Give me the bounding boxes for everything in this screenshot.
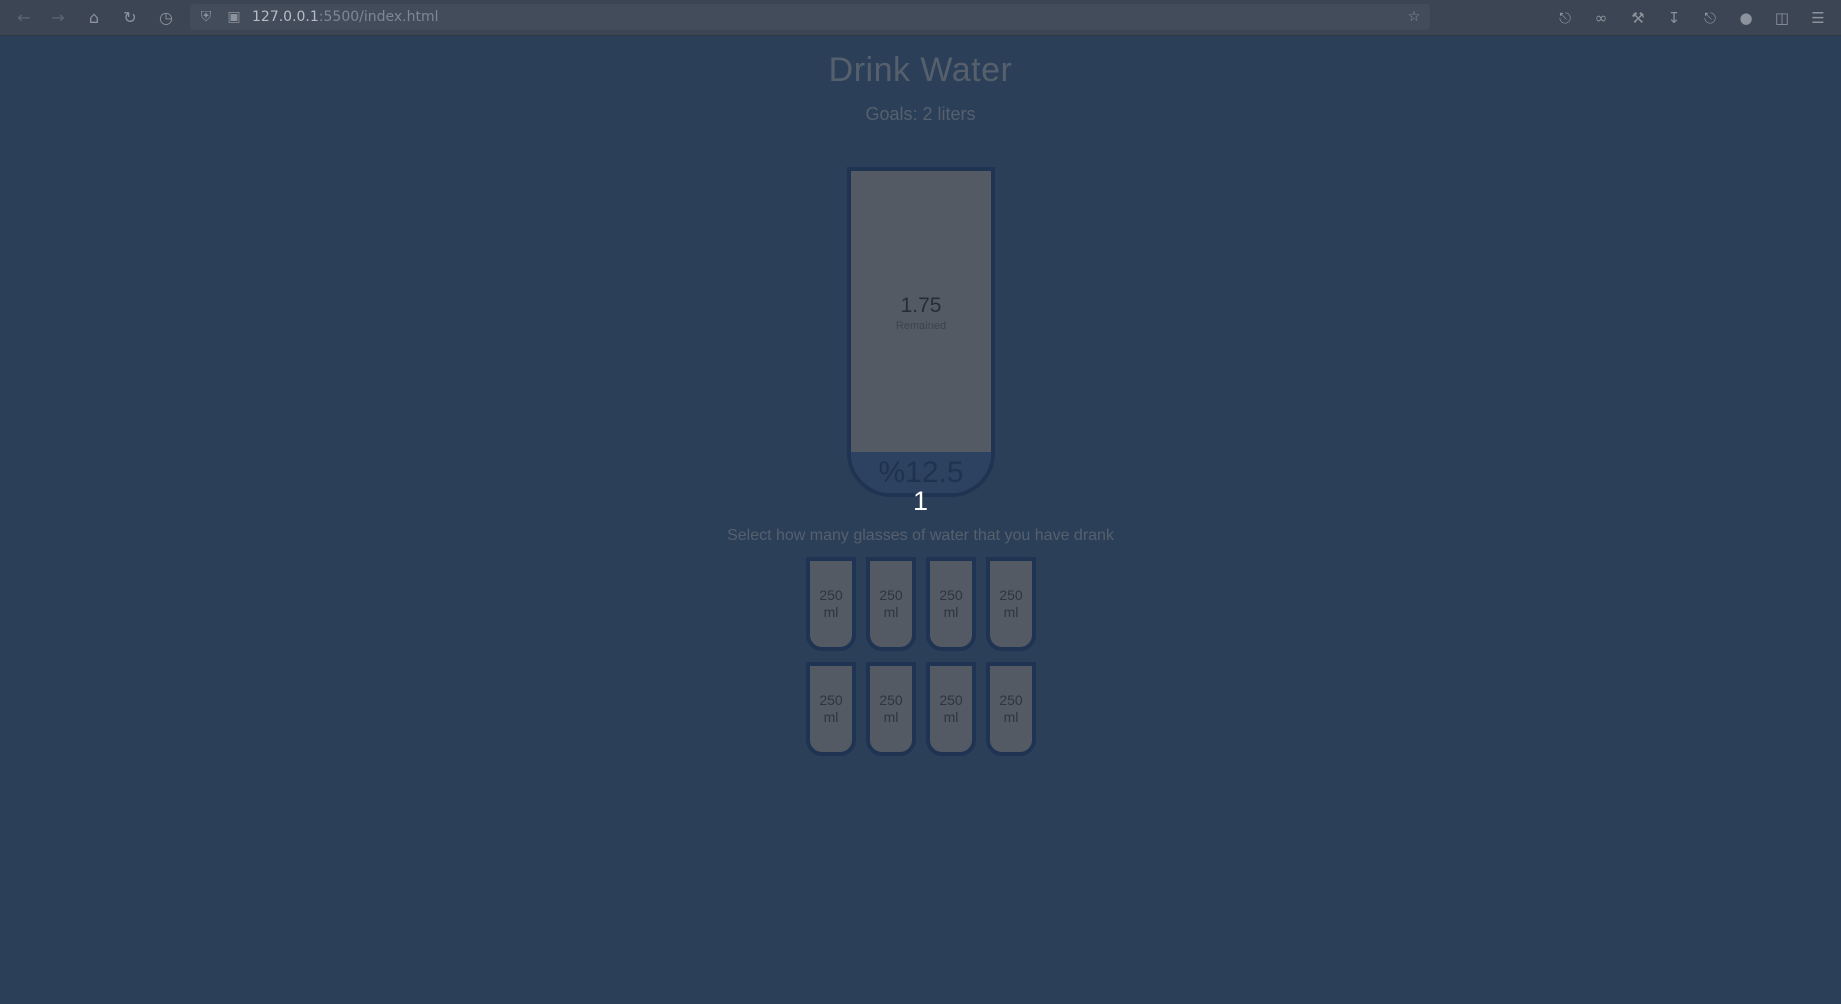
- cup-label: 250 ml: [939, 692, 962, 726]
- cup-label: 250 ml: [819, 587, 842, 621]
- key-icon[interactable]: ⎋: [1698, 6, 1722, 30]
- cup-amount: 250: [939, 587, 963, 603]
- remained-label: Remained: [895, 319, 947, 332]
- remained-section: 1.75 Remained: [851, 171, 991, 454]
- goal-text: Goals: 2 liters: [865, 104, 976, 124]
- cup-label: 250 ml: [999, 587, 1022, 621]
- page-icon: ▣: [227, 9, 241, 25]
- hamburger-menu-icon[interactable]: ☰: [1806, 6, 1830, 30]
- cup-unit: ml: [1003, 604, 1019, 620]
- small-cup[interactable]: 250 ml: [926, 557, 976, 651]
- cup-label: 250 ml: [999, 692, 1022, 726]
- wrench-icon[interactable]: ⚒: [1626, 6, 1650, 30]
- small-cup[interactable]: 250 ml: [866, 662, 916, 756]
- url-bar[interactable]: ⛨ ▣ 127.0.0.1:5500/index.html ☆: [190, 4, 1430, 30]
- small-cup[interactable]: 250 ml: [806, 557, 856, 651]
- cup-amount: 250: [819, 692, 843, 708]
- glass-count: 1: [912, 486, 929, 516]
- url-path: :5500/index.html: [318, 9, 439, 25]
- download-icon[interactable]: ↧: [1662, 6, 1686, 30]
- cup-amount: 250: [879, 692, 903, 708]
- big-cup: 1.75 Remained %12.5: [847, 167, 995, 497]
- cup-label: 250 ml: [879, 587, 902, 621]
- cup-amount: 250: [999, 692, 1023, 708]
- cup-label: 250 ml: [879, 692, 902, 726]
- cup-label: 250 ml: [819, 692, 842, 726]
- cup-amount: 250: [819, 587, 843, 603]
- pocket-icon[interactable]: ⎋: [1553, 6, 1577, 30]
- small-cup[interactable]: 250 ml: [806, 662, 856, 756]
- cup-unit: ml: [943, 604, 959, 620]
- forward-icon[interactable]: →: [46, 6, 70, 30]
- url-text[interactable]: 127.0.0.1:5500/index.html: [252, 4, 439, 30]
- small-cup[interactable]: 250 ml: [866, 557, 916, 651]
- home-icon[interactable]: ⌂: [82, 6, 106, 30]
- cup-unit: ml: [823, 709, 839, 725]
- url-host: 127.0.0.1: [252, 9, 319, 25]
- cup-label: 250 ml: [939, 587, 962, 621]
- back-icon[interactable]: ←: [12, 6, 36, 30]
- page-title: Drink Water: [828, 51, 1013, 89]
- puzzle-icon[interactable]: ◫: [1770, 6, 1794, 30]
- small-cup[interactable]: 250 ml: [926, 662, 976, 756]
- cup-amount: 250: [999, 587, 1023, 603]
- reload-icon[interactable]: ↻: [118, 6, 142, 30]
- browser-toolbar: ← → ⌂ ↻ ◷ ⛨ ▣ 127.0.0.1:5500/index.html …: [0, 0, 1841, 36]
- small-cup[interactable]: 250 ml: [986, 662, 1036, 756]
- history-icon[interactable]: ◷: [154, 6, 178, 30]
- cup-unit: ml: [943, 709, 959, 725]
- cup-amount: 250: [939, 692, 963, 708]
- small-cup[interactable]: 250 ml: [986, 557, 1036, 651]
- bookmark-star-icon[interactable]: ☆: [1404, 7, 1424, 27]
- shield-icon[interactable]: ⛨: [196, 7, 216, 27]
- cup-unit: ml: [883, 604, 899, 620]
- instruction-text: Select how many glasses of water that yo…: [727, 527, 1114, 544]
- mask-icon[interactable]: ∞: [1589, 6, 1613, 30]
- cup-unit: ml: [823, 604, 839, 620]
- account-icon[interactable]: ●: [1734, 6, 1758, 30]
- remained-liters: 1.75: [900, 293, 942, 317]
- cup-unit: ml: [883, 709, 899, 725]
- cup-amount: 250: [879, 587, 903, 603]
- cup-unit: ml: [1003, 709, 1019, 725]
